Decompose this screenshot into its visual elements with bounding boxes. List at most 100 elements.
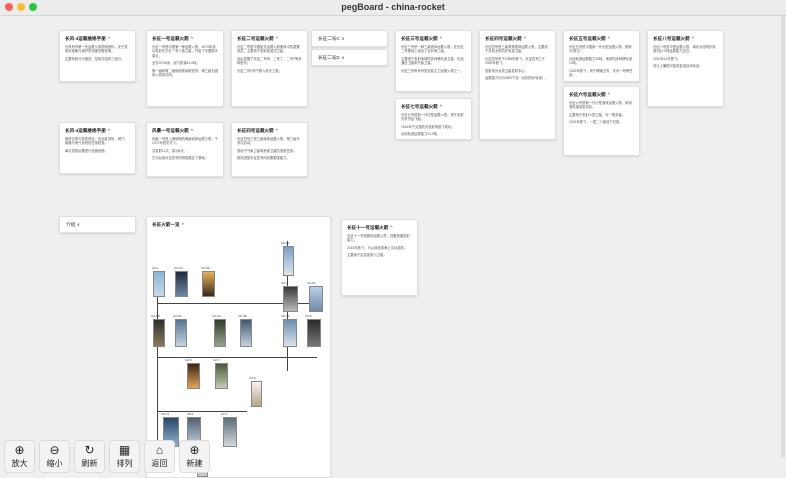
- card-c11[interactable]: 风暴一号运载火箭 ^ 风暴一号是上海研制的两级液体运载火箭，于1972年首次试飞。…: [146, 122, 224, 177]
- card-c12[interactable]: 长征四号运载火箭 ^ 长征四号乙是三级液体运载火箭，第三级可多次启动。 常用于气象…: [231, 122, 308, 177]
- card-title[interactable]: 长征二号运载火箭 ^: [237, 36, 302, 42]
- rocket-image[interactable]: [175, 319, 187, 347]
- zoom-in-button[interactable]: ⊕ 放大: [4, 440, 35, 473]
- card-text: 长征四号乙是三级液体运载火箭，第三级可多次启动。: [237, 137, 300, 146]
- rocket-label: CZ-2F: [281, 241, 290, 245]
- card-text: 全长29.86米，起飞质量81.6吨。: [152, 61, 200, 66]
- rocket-label: CZ-11: [161, 412, 170, 416]
- refresh-button[interactable]: ↻ 刷新: [74, 440, 105, 473]
- card-title[interactable]: 长征四号运载火箭 ^: [237, 128, 302, 134]
- card-text: 长征一号是中国第一种运载火箭，1970年成功发射东方红一号人造卫星，开启了中国航…: [152, 45, 218, 58]
- card-title[interactable]: 长征一号运载火箭 ^: [152, 36, 218, 42]
- rocket-image[interactable]: [175, 271, 188, 297]
- card-title[interactable]: 长征二号C v: [312, 31, 387, 46]
- vertical-scrollbar[interactable]: [781, 16, 785, 458]
- card-c2[interactable]: 长征一号运载火箭 ^ 长征一号是中国第一种运载火箭，1970年成功发射东方红一号人…: [146, 30, 224, 107]
- card-title[interactable]: 介绍 v: [60, 217, 135, 232]
- rocket-image[interactable]: [283, 319, 297, 347]
- card-c5[interactable]: 长征三号运载火箭 ^ 长征三号是一种三级液体运载火箭，在长征二号基础上增加了氢氧第…: [395, 30, 472, 92]
- rocket-label: CZ-3C: [173, 314, 182, 318]
- rocket-label: CZ-4C: [281, 314, 290, 318]
- card-title[interactable]: 长征四号运载火箭 ^: [485, 36, 550, 42]
- card-c3[interactable]: 长征二号运载火箭 ^ 长征二号是中国航天运载火箭家族中的重要成员，主要用于发射返回…: [231, 30, 308, 107]
- rocket-image[interactable]: [240, 319, 252, 347]
- card-text: 近地轨道运载能力25吨，地球同步转移轨道14吨。: [569, 56, 633, 66]
- card-c13[interactable]: 长征七号运载火箭 ^ 长征七号是新一代中型运载火箭，用于发射天舟货运飞船。 201…: [395, 98, 472, 140]
- card-title[interactable]: 长风-4运载维修手册 ^: [65, 36, 130, 42]
- card-c15-diagram[interactable]: 长征火箭一览 ^ CZ-1 CZ-2C CZ-2D CZ-2F CZ-3 CZ-…: [146, 216, 331, 478]
- card-title[interactable]: 长征八号运载火箭 ^: [653, 36, 718, 42]
- card-text: 长征二号是中国航天运载火箭家族中的重要成员，主要用于发射返回式卫星。: [237, 45, 300, 54]
- connector-line: [157, 357, 317, 358]
- rocket-image[interactable]: [283, 286, 298, 312]
- rocket-label: CZ-4B: [238, 314, 247, 318]
- title-bar: pegBoard - china-rocket: [0, 0, 786, 16]
- card-title[interactable]: 长风-4运载维修手册 ^: [65, 128, 130, 134]
- card-text: 常用于气象卫星和资源卫星的发射任务。: [237, 148, 297, 153]
- card-text: 近地轨道运载能力13.5吨。: [401, 132, 441, 137]
- new-button[interactable]: ⊕ 新建: [179, 440, 210, 473]
- rocket-label: CZ-4A: [212, 314, 221, 318]
- rocket-image[interactable]: [214, 319, 226, 347]
- plus-icon: ⊕: [189, 443, 200, 457]
- card-text: 2020年12月首飞。: [653, 56, 681, 61]
- rocket-image[interactable]: [215, 363, 228, 389]
- card-c8[interactable]: 长征六号运载火箭 ^ 长征六号是新一代小型液体运载火箭，采用液氧煤油发动机。 主要…: [563, 86, 640, 156]
- refresh-icon: ↻: [84, 443, 95, 457]
- card-c9[interactable]: 长征八号运载火箭 ^ 长征八号是中型运载火箭，填补太阳同步轨道3至4.5吨运载能力…: [647, 30, 724, 107]
- rocket-image[interactable]: [153, 319, 165, 347]
- rocket-label: KZ-1: [221, 412, 228, 416]
- rocket-image[interactable]: [283, 246, 294, 276]
- card-text: 发射场为太原卫星发射中心。: [485, 68, 528, 73]
- card-title[interactable]: 长征二号D v: [312, 50, 387, 65]
- rocket-image[interactable]: [223, 417, 237, 447]
- card-text: 其改进型长征四号丙具备更强能力。: [237, 156, 290, 161]
- card-title[interactable]: 长征五号运载火箭 ^: [569, 36, 634, 42]
- rocket-image[interactable]: [309, 286, 323, 312]
- card-c1[interactable]: 长风-4运载维修手册 ^ 长风系列第一代运载火箭说明资料，关于发射前准备与维护的详…: [59, 30, 136, 82]
- rocket-label: CZ-6: [185, 358, 192, 362]
- card-text: 长征四号甲于1988年首飞，长征四号乙于1999年首飞。: [485, 56, 546, 66]
- card-c16[interactable]: 长征十一号运载火箭 ^ 长征十一号是固体运载火箭，具备快速发射能力。 2015年首…: [341, 219, 418, 296]
- rocket-label: CZ-5: [305, 314, 312, 318]
- card-c4a[interactable]: 长征二号C v: [311, 30, 388, 47]
- rocket-image[interactable]: [307, 319, 321, 347]
- card-title[interactable]: 长征六号运载火箭 ^: [569, 92, 634, 98]
- zoom-out-button[interactable]: ⊖ 缩小: [39, 440, 70, 473]
- rocket-label: FB-1: [187, 412, 194, 416]
- card-c7[interactable]: 长征五号运载火箭 ^ 长征五号是中国新一代大型运载火箭，被称为“胖五”。 近地轨道…: [563, 30, 640, 82]
- card-text: 长征二号F用于载人航天工程。: [237, 68, 282, 73]
- card-text: 每次发射后需进行全面检修。: [65, 148, 108, 153]
- connector-line: [157, 411, 247, 412]
- card-c4b[interactable]: 长征二号D v: [311, 49, 388, 66]
- card-title[interactable]: 长征三号运载火箭 ^: [401, 36, 466, 42]
- rocket-image[interactable]: [251, 381, 262, 407]
- card-text: 长征四号是三级常规液体运载火箭，主要用于发射太阳同步轨道卫星。: [485, 45, 548, 54]
- arrange-button[interactable]: ▦ 排列: [109, 440, 140, 473]
- card-c10[interactable]: 长风-4运载维修手册 ^ 维修记录与检查项目，包括发动机、阀门、管路与电气系统的日…: [59, 122, 136, 174]
- card-title[interactable]: 长征火箭一览 ^: [152, 222, 325, 228]
- card-text: 主要用于发射地球同步转移轨道卫星，包括通信卫星和气象卫星。: [401, 56, 464, 66]
- card-text: 维修记录与检查项目，包括发动机、阀门、管路与电气系统的日常检查。: [65, 137, 128, 146]
- rocket-image[interactable]: [187, 363, 200, 389]
- card-text: 第一级和第二级使用液体推进剂，第三级为固体火箭发动机。: [152, 68, 218, 78]
- rocket-label: CZ-3A: [307, 281, 316, 285]
- card-title[interactable]: 风暴一号运载火箭 ^: [152, 128, 218, 134]
- rocket-image[interactable]: [153, 271, 165, 297]
- card-text: 主要系统分为推进、控制与结构三部分。: [65, 56, 125, 61]
- card-text: 此后发展了长征二号丙、二号丁、二号F等多种型号。: [237, 56, 302, 66]
- card-title[interactable]: 长征七号运载火箭 ^: [401, 104, 466, 110]
- card-text: 共发射11次，成功6次。: [152, 148, 187, 153]
- card-text: 它为后续长征四号的研制奠定了基础。: [152, 156, 209, 161]
- pegboard-canvas[interactable]: 长风-4运载维修手册 ^ 长风系列第一代运载火箭说明资料，关于发射前准备与维护的详…: [0, 16, 786, 478]
- card-text: 设计上兼顾可回收复用技术验证。: [653, 64, 703, 69]
- card-c6[interactable]: 长征四号运载火箭 ^ 长征四号是三级常规液体运载火箭，主要用于发射太阳同步轨道卫星…: [479, 30, 556, 140]
- card-c14[interactable]: 介绍 v: [59, 216, 136, 233]
- rocket-image[interactable]: [202, 271, 215, 297]
- card-title[interactable]: 长征十一号运载火箭 ^: [347, 225, 412, 231]
- card-text: 2016年于文昌航天发射场首飞成功。: [401, 124, 455, 129]
- home-icon: ⌂: [155, 443, 164, 457]
- card-text: 主要用于应急发射小卫星。: [347, 253, 387, 258]
- home-button[interactable]: ⌂ 返回: [144, 440, 175, 473]
- rocket-label: CZ-1: [152, 266, 159, 270]
